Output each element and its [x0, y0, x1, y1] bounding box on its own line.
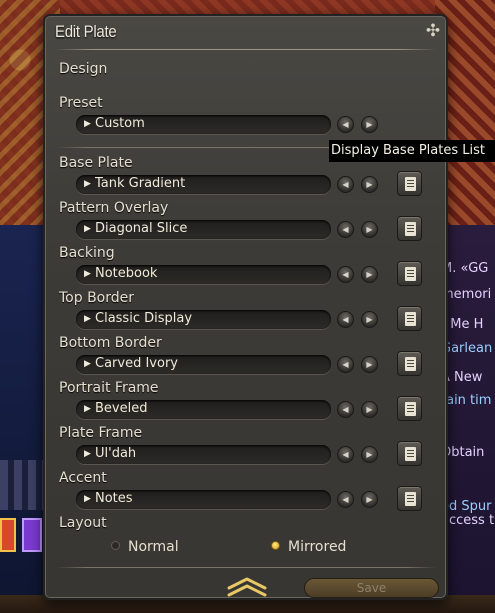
- quest-fragment: M. «GG: [441, 261, 489, 276]
- preset-next-button[interactable]: ▶: [361, 116, 378, 133]
- bottom-border-dropdown[interactable]: ▶ Carved Ivory: [76, 355, 331, 374]
- pattern-overlay-next-button[interactable]: ▶: [361, 221, 378, 238]
- close-icon[interactable]: ✣: [423, 21, 443, 41]
- portrait-frame-prev-button[interactable]: ◀: [337, 401, 354, 418]
- preset-prev-button[interactable]: ◀: [337, 116, 354, 133]
- dropdown-arrow-icon: ▶: [84, 314, 91, 324]
- portrait-frame-list-button[interactable]: [397, 396, 422, 421]
- hotbar-skill-icon: [22, 518, 42, 552]
- backing-prev-button[interactable]: ◀: [337, 266, 354, 283]
- base-plate-next-button[interactable]: ▶: [361, 176, 378, 193]
- plate-frame-next-button[interactable]: ▶: [361, 446, 378, 463]
- preset-value: Custom: [95, 116, 145, 131]
- layout-mirrored-radio[interactable]: Mirrored: [271, 539, 346, 555]
- dropdown-arrow-icon: ▶: [84, 269, 91, 279]
- title-divider: [55, 49, 436, 50]
- backing-label: Backing: [59, 245, 115, 261]
- title-bar[interactable]: Edit Plate ✣: [45, 16, 446, 50]
- pattern-overlay-list-button[interactable]: [397, 216, 422, 241]
- dropdown-arrow-icon: ▶: [84, 359, 91, 369]
- edit-plate-window: Edit Plate ✣ Design Preset ▶ Custom ◀ ▶ …: [43, 14, 448, 600]
- top-border-next-button[interactable]: ▶: [361, 311, 378, 328]
- list-icon: [405, 357, 416, 371]
- list-icon: [405, 312, 416, 326]
- collapse-chevron-icon[interactable]: [225, 576, 269, 598]
- bottom-border-label: Bottom Border: [59, 335, 162, 351]
- list-icon: [405, 222, 416, 236]
- window-title: Edit Plate: [55, 22, 117, 41]
- list-icon: [405, 447, 416, 461]
- quest-fragment: tain tim: [441, 393, 492, 408]
- accent-prev-button[interactable]: ◀: [337, 491, 354, 508]
- list-icon: [405, 492, 416, 506]
- tooltip: Display Base Plates List: [329, 140, 495, 162]
- quest-fragment: Garlean: [441, 341, 493, 356]
- base-plate-list-button[interactable]: [397, 171, 422, 196]
- layout-mirrored-label: Mirrored: [288, 539, 347, 555]
- quest-fragment: memori: [441, 287, 492, 302]
- save-button[interactable]: Save: [304, 578, 439, 598]
- dropdown-arrow-icon: ▶: [84, 404, 91, 414]
- backing-next-button[interactable]: ▶: [361, 266, 378, 283]
- top-border-value: Classic Display: [95, 311, 193, 326]
- plate-frame-list-button[interactable]: [397, 441, 422, 466]
- layout-label: Layout: [59, 515, 107, 531]
- footer-divider: [57, 567, 436, 568]
- portrait-frame-value: Beveled: [95, 401, 148, 416]
- accent-next-button[interactable]: ▶: [361, 491, 378, 508]
- base-plate-label: Base Plate: [59, 155, 133, 171]
- accent-dropdown[interactable]: ▶ Notes: [76, 490, 331, 509]
- quest-fragment: ed Spur: [441, 499, 492, 514]
- top-border-prev-button[interactable]: ◀: [337, 311, 354, 328]
- layout-normal-radio[interactable]: Normal: [111, 539, 179, 555]
- backing-value: Notebook: [95, 266, 158, 281]
- pattern-overlay-prev-button[interactable]: ◀: [337, 221, 354, 238]
- plate-frame-dropdown[interactable]: ▶ Ul'dah: [76, 445, 331, 464]
- dropdown-arrow-icon: ▶: [84, 449, 91, 459]
- list-icon: [405, 267, 416, 281]
- plate-frame-value: Ul'dah: [95, 446, 137, 461]
- plate-frame-prev-button[interactable]: ◀: [337, 446, 354, 463]
- preset-dropdown[interactable]: ▶ Custom: [76, 115, 331, 134]
- bottom-border-list-button[interactable]: [397, 351, 422, 376]
- accent-list-button[interactable]: [397, 486, 422, 511]
- top-border-label: Top Border: [59, 290, 135, 306]
- quest-fragment: access t: [441, 513, 495, 528]
- pattern-overlay-dropdown[interactable]: ▶ Diagonal Slice: [76, 220, 331, 239]
- layout-normal-label: Normal: [128, 539, 179, 555]
- preset-label: Preset: [59, 95, 103, 111]
- list-icon: [405, 177, 416, 191]
- pattern-overlay-label: Pattern Overlay: [59, 200, 169, 216]
- bottom-border-prev-button[interactable]: ◀: [337, 356, 354, 373]
- base-plate-value: Tank Gradient: [95, 176, 186, 191]
- base-plate-dropdown[interactable]: ▶ Tank Gradient: [76, 175, 331, 194]
- radio-on-icon: [271, 541, 280, 550]
- plate-frame-label: Plate Frame: [59, 425, 143, 441]
- hotbar-skill-icon: [0, 518, 16, 552]
- dropdown-arrow-icon: ▶: [84, 494, 91, 504]
- portrait-frame-dropdown[interactable]: ▶ Beveled: [76, 400, 331, 419]
- dropdown-arrow-icon: ▶: [84, 224, 91, 234]
- pattern-overlay-value: Diagonal Slice: [95, 221, 188, 236]
- list-icon: [405, 402, 416, 416]
- radio-off-icon: [111, 541, 120, 550]
- accent-value: Notes: [95, 491, 133, 506]
- top-border-list-button[interactable]: [397, 306, 422, 331]
- portrait-frame-label: Portrait Frame: [59, 380, 159, 396]
- top-border-dropdown[interactable]: ▶ Classic Display: [76, 310, 331, 329]
- bottom-border-next-button[interactable]: ▶: [361, 356, 378, 373]
- dropdown-arrow-icon: ▶: [84, 119, 91, 129]
- accent-label: Accent: [59, 470, 107, 486]
- base-plate-prev-button[interactable]: ◀: [337, 176, 354, 193]
- backing-list-button[interactable]: [397, 261, 422, 286]
- backing-dropdown[interactable]: ▶ Notebook: [76, 265, 331, 284]
- portrait-frame-next-button[interactable]: ▶: [361, 401, 378, 418]
- bottom-border-value: Carved Ivory: [95, 356, 178, 371]
- dropdown-arrow-icon: ▶: [84, 179, 91, 189]
- design-heading: Design: [59, 61, 108, 77]
